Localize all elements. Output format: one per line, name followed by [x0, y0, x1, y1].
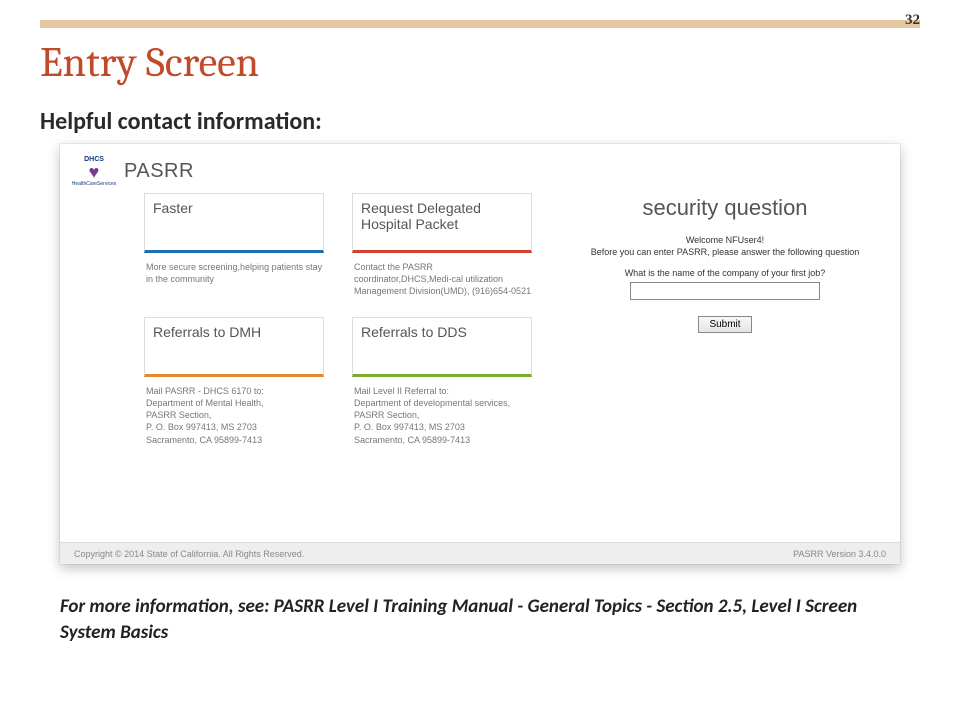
card-desc: Contact the PASRR coordinator,DHCS,Medi-…	[352, 257, 532, 313]
title-band	[40, 20, 920, 28]
embedded-screenshot: DHCS ♥ HealthCareServices PASRR Faster R…	[60, 144, 900, 564]
welcome-text: Welcome NFUser4!	[564, 235, 886, 247]
dhcs-logo: DHCS ♥ HealthCareServices	[74, 156, 114, 187]
heart-icon: ♥	[89, 163, 100, 181]
instruction-text: Before you can enter PASRR, please answe…	[564, 247, 886, 259]
slide-title: Entry Screen	[40, 38, 920, 87]
submit-button[interactable]: Submit	[698, 316, 751, 333]
app-footer: Copyright © 2014 State of California. Al…	[60, 542, 900, 564]
card-label: Request Delegated Hospital Packet	[361, 200, 481, 232]
app-title: PASRR	[124, 160, 194, 183]
security-answer-input[interactable]	[630, 282, 820, 300]
card-faster[interactable]: Faster	[144, 193, 324, 253]
security-question-panel: security question Welcome NFUser4! Befor…	[564, 193, 886, 446]
card-request-packet[interactable]: Request Delegated Hospital Packet	[352, 193, 532, 253]
card-label: Referrals to DDS	[361, 324, 467, 340]
slide-container: 32 Entry Screen Helpful contact informat…	[0, 0, 960, 720]
app-header: DHCS ♥ HealthCareServices PASRR	[74, 156, 886, 187]
card-desc: Mail Level II Referral to: Department of…	[352, 381, 532, 446]
logo-text-bottom: HealthCareServices	[72, 181, 116, 187]
copyright-text: Copyright © 2014 State of California. Al…	[74, 549, 304, 559]
card-label: Referrals to DMH	[153, 324, 261, 340]
security-heading: security question	[564, 195, 886, 221]
card-desc: More secure screening,helping patients s…	[144, 257, 324, 313]
version-text: PASRR Version 3.4.0.0	[793, 549, 886, 559]
card-desc: Mail PASRR - DHCS 6170 to: Department of…	[144, 381, 324, 446]
card-referrals-dds[interactable]: Referrals to DDS	[352, 317, 532, 377]
page-number: 32	[905, 12, 920, 29]
info-cards-grid: Faster Request Delegated Hospital Packet…	[144, 193, 544, 446]
card-referrals-dmh[interactable]: Referrals to DMH	[144, 317, 324, 377]
card-label: Faster	[153, 200, 193, 216]
subtitle: Helpful contact information:	[40, 107, 920, 136]
body-row: Faster Request Delegated Hospital Packet…	[74, 193, 886, 446]
footer-note: For more information, see: PASRR Level I…	[60, 594, 900, 645]
security-question-text: What is the name of the company of your …	[564, 268, 886, 278]
